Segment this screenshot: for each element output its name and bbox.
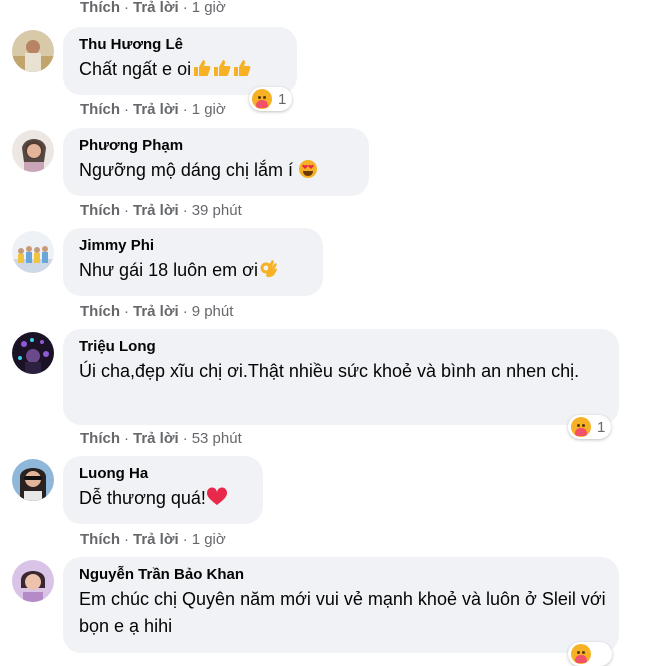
comment-actions: Thích · Trả lời · 53 phút [80, 430, 242, 447]
reply-link[interactable]: Trả lời [133, 0, 179, 16]
care-reaction-icon [571, 644, 591, 664]
avatar[interactable] [12, 459, 54, 501]
separator: · [124, 303, 129, 320]
separator: · [182, 303, 188, 320]
separator: · [124, 430, 129, 447]
comment-bubble: Thu Hương Lê Chất ngất e oi [63, 27, 297, 95]
comment-bubble: Triệu Long Úi cha,đẹp xĩu chị ơi.Thật nh… [63, 329, 619, 425]
comment-actions: Thích · Trả lời · 1 giờ [80, 0, 226, 16]
comment-actions: Thích · Trả lời · 9 phút [80, 303, 233, 320]
red-heart-icon [206, 487, 228, 515]
avatar[interactable] [12, 231, 54, 273]
comment-time[interactable]: 53 phút [192, 430, 242, 447]
reaction-count: 1 [597, 418, 606, 436]
separator: · [182, 202, 188, 219]
separator: · [182, 0, 188, 16]
comment-time[interactable]: 1 giờ [192, 0, 226, 16]
thumbs-up-icon [191, 58, 251, 86]
avatar[interactable] [12, 30, 54, 72]
reply-link[interactable]: Trả lời [133, 101, 179, 118]
comment-text: Chất ngất e oi [79, 56, 285, 86]
comment-text: Ngưỡng mộ dáng chị lắm í [79, 157, 357, 187]
reaction-summary[interactable]: 1 [249, 87, 293, 111]
avatar[interactable] [12, 332, 54, 374]
separator: · [182, 430, 188, 447]
comment-time[interactable]: 1 giờ [192, 531, 226, 548]
like-link[interactable]: Thích [80, 202, 120, 219]
separator: · [124, 101, 129, 118]
comment-text: Úi cha,đẹp xĩu chị ơi.Thật nhiều sức kho… [79, 361, 580, 381]
separator: · [182, 531, 188, 548]
reply-link[interactable]: Trả lời [133, 430, 179, 447]
comment-time[interactable]: 1 giờ [192, 101, 226, 118]
author-name[interactable]: Luong Ha [79, 464, 251, 483]
comment-bubble: Nguyễn Trần Bảo Khan Em chúc chị Quyên n… [63, 557, 619, 653]
comment-actions: Thích · Trả lời · 39 phút [80, 202, 242, 219]
like-link[interactable]: Thích [80, 531, 120, 548]
like-link[interactable]: Thích [80, 303, 120, 320]
comment-actions: Thích · Trả lời · 1 giờ [80, 101, 226, 118]
comment-actions: Thích · Trả lời · 1 giờ [80, 531, 226, 548]
avatar-photo [12, 130, 54, 172]
comment-time[interactable]: 9 phút [192, 303, 234, 320]
avatar[interactable] [12, 130, 54, 172]
reply-link[interactable]: Trả lời [133, 202, 179, 219]
author-name[interactable]: Phương Phạm [79, 136, 357, 155]
reaction-count: 1 [278, 90, 287, 108]
comment-text: Dễ thương quá! [79, 485, 251, 515]
avatar-photo [12, 231, 54, 273]
separator: · [124, 0, 129, 16]
heart-eyes-icon [298, 159, 318, 187]
avatar-photo [12, 459, 54, 501]
avatar-photo [12, 560, 54, 602]
reaction-summary[interactable]: 1 [568, 415, 612, 439]
avatar-photo [12, 332, 54, 374]
reply-link[interactable]: Trả lời [133, 531, 179, 548]
reaction-summary[interactable] [568, 642, 612, 666]
separator: · [124, 531, 129, 548]
avatar-photo [12, 30, 54, 72]
like-link[interactable]: Thích [80, 0, 120, 16]
separator: · [182, 101, 188, 118]
like-link[interactable]: Thích [80, 101, 120, 118]
author-name[interactable]: Triệu Long [79, 337, 607, 356]
care-reaction-icon [252, 89, 272, 109]
like-link[interactable]: Thích [80, 430, 120, 447]
comment-bubble: Phương Phạm Ngưỡng mộ dáng chị lắm í [63, 128, 369, 196]
comment-text: Như gái 18 luôn em ơi [79, 257, 311, 287]
comment-bubble: Jimmy Phi Như gái 18 luôn em ơi [63, 228, 323, 296]
comment-time[interactable]: 39 phút [192, 202, 242, 219]
avatar[interactable] [12, 560, 54, 602]
care-reaction-icon [571, 417, 591, 437]
reply-link[interactable]: Trả lời [133, 303, 179, 320]
comment-bubble: Luong Ha Dễ thương quá! [63, 456, 263, 524]
author-name[interactable]: Nguyễn Trần Bảo Khan [79, 565, 607, 584]
author-name[interactable]: Jimmy Phi [79, 236, 311, 255]
ok-hand-icon [258, 259, 278, 287]
author-name[interactable]: Thu Hương Lê [79, 35, 285, 54]
separator: · [124, 202, 129, 219]
comment-text: Em chúc chị Quyên năm mới vui vẻ mạnh kh… [79, 589, 606, 636]
